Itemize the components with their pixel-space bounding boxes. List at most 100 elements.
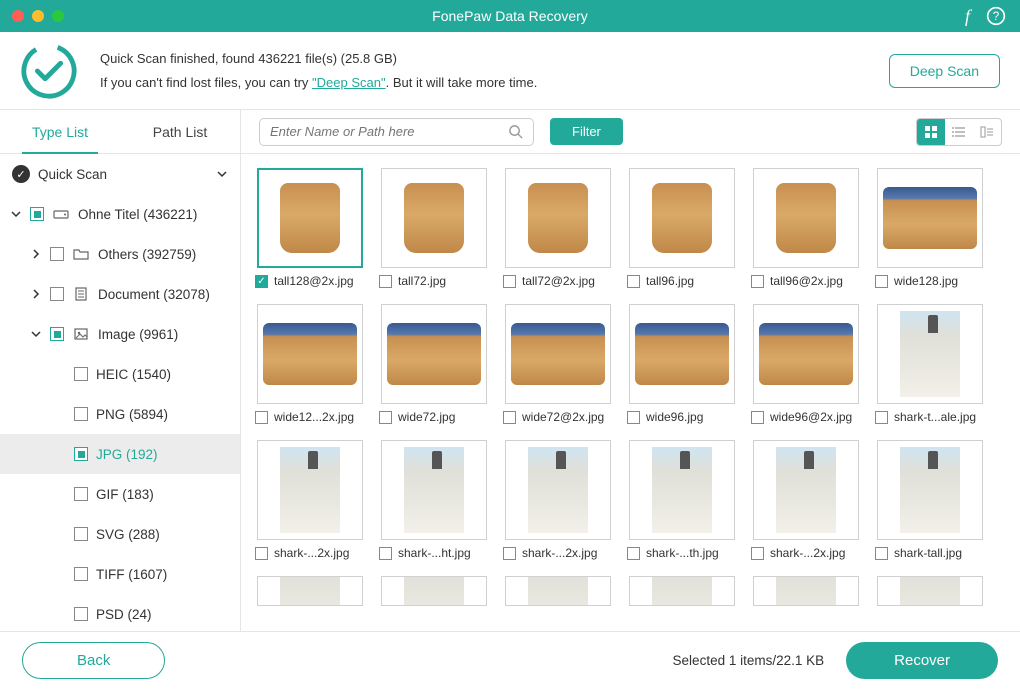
tree-root[interactable]: Ohne Titel (436221) [0,194,240,234]
thumbnail-frame[interactable] [257,440,363,540]
filter-button[interactable]: Filter [550,118,623,145]
search-input[interactable] [270,124,508,139]
minimize-window[interactable] [32,10,44,22]
chevron-down-icon[interactable] [30,329,42,339]
thumbnail-item[interactable]: wide12...2x.jpg [255,304,365,424]
checkbox[interactable] [74,567,88,581]
thumbnail-frame[interactable] [505,440,611,540]
thumbnail-frame[interactable] [629,304,735,404]
thumbnail-checkbox[interactable] [255,275,268,288]
back-button[interactable]: Back [22,642,165,679]
thumbnail-item[interactable]: wide96.jpg [627,304,737,424]
thumbnail-item-partial[interactable] [503,576,613,606]
thumbnail-item[interactable]: tall72.jpg [379,168,489,288]
thumbnail-frame[interactable] [877,440,983,540]
checkbox[interactable] [74,407,88,421]
tree-psd[interactable]: PSD (24) [0,594,240,634]
thumbnail-item[interactable]: shark-...2x.jpg [751,440,861,560]
thumbnail-checkbox[interactable] [875,411,888,424]
checkbox[interactable] [74,447,88,461]
grid-view-button[interactable] [917,119,945,145]
search-icon[interactable] [508,124,523,139]
thumbnail-item-partial[interactable] [875,576,985,606]
checkbox[interactable] [50,287,64,301]
chevron-down-icon[interactable] [216,169,228,179]
thumbnail-frame[interactable] [381,576,487,606]
thumbnail-item[interactable]: shark-t...ale.jpg [875,304,985,424]
thumbnail-item-partial[interactable] [627,576,737,606]
thumbnail-checkbox[interactable] [751,411,764,424]
thumbnail-frame[interactable] [877,576,983,606]
thumbnail-item[interactable]: tall128@2x.jpg [255,168,365,288]
thumbnail-item[interactable]: shark-...2x.jpg [503,440,613,560]
thumbnail-checkbox[interactable] [379,411,392,424]
thumbnail-item[interactable]: wide128.jpg [875,168,985,288]
detail-view-button[interactable] [973,119,1001,145]
thumbnail-frame[interactable] [753,168,859,268]
thumbnail-frame[interactable] [753,304,859,404]
thumbnail-checkbox[interactable] [875,547,888,560]
checkbox[interactable] [50,247,64,261]
thumbnail-item-partial[interactable] [379,576,489,606]
share-icon[interactable]: f [965,6,970,27]
help-icon[interactable]: ? [986,6,1006,26]
maximize-window[interactable] [52,10,64,22]
thumbnail-frame[interactable] [753,576,859,606]
thumbnail-frame[interactable] [505,576,611,606]
chevron-down-icon[interactable] [10,209,22,219]
tree-jpg[interactable]: JPG (192) [0,434,240,474]
thumbnail-checkbox[interactable] [627,547,640,560]
checkbox[interactable] [74,487,88,501]
thumbnail-checkbox[interactable] [379,275,392,288]
thumbnail-frame[interactable] [381,304,487,404]
thumbnail-checkbox[interactable] [503,547,516,560]
chevron-right-icon[interactable] [30,249,42,259]
thumbnail-frame[interactable] [877,168,983,268]
tree-quick-scan[interactable]: Quick Scan [0,154,240,194]
thumbnail-checkbox[interactable] [503,275,516,288]
thumbnail-item[interactable]: wide72@2x.jpg [503,304,613,424]
thumbnail-frame[interactable] [753,440,859,540]
thumbnail-frame[interactable] [505,168,611,268]
tree-heic[interactable]: HEIC (1540) [0,354,240,394]
recover-button[interactable]: Recover [846,642,998,679]
checkbox[interactable] [74,367,88,381]
tab-path-list[interactable]: Path List [120,110,240,153]
checkbox[interactable] [50,327,64,341]
tab-type-list[interactable]: Type List [0,110,120,153]
tree-tiff[interactable]: TIFF (1607) [0,554,240,594]
close-window[interactable] [12,10,24,22]
thumbnail-item-partial[interactable] [255,576,365,606]
thumbnail-item[interactable]: tall96.jpg [627,168,737,288]
tree-png[interactable]: PNG (5894) [0,394,240,434]
thumbnail-frame[interactable] [257,576,363,606]
thumbnail-frame[interactable] [257,168,363,268]
tree-svg[interactable]: SVG (288) [0,514,240,554]
checkbox[interactable] [30,207,44,221]
thumbnail-checkbox[interactable] [751,275,764,288]
thumbnail-item-partial[interactable] [751,576,861,606]
deep-scan-button[interactable]: Deep Scan [889,54,1000,88]
thumbnail-item[interactable]: wide96@2x.jpg [751,304,861,424]
thumbnail-frame[interactable] [629,576,735,606]
thumbnail-item[interactable]: wide72.jpg [379,304,489,424]
checkbox[interactable] [74,607,88,621]
thumbnail-checkbox[interactable] [379,547,392,560]
checkbox[interactable] [74,527,88,541]
thumbnail-item[interactable]: shark-tall.jpg [875,440,985,560]
thumbnail-checkbox[interactable] [751,547,764,560]
thumbnail-checkbox[interactable] [255,411,268,424]
thumbnail-frame[interactable] [257,304,363,404]
thumbnail-checkbox[interactable] [255,547,268,560]
thumbnail-item[interactable]: shark-...ht.jpg [379,440,489,560]
thumbnail-frame[interactable] [877,304,983,404]
deep-scan-link[interactable]: "Deep Scan" [312,75,386,90]
thumbnail-frame[interactable] [629,440,735,540]
thumbnail-checkbox[interactable] [627,275,640,288]
search-box[interactable] [259,118,534,146]
chevron-right-icon[interactable] [30,289,42,299]
thumbnail-grid-wrap[interactable]: tall128@2x.jpg tall72.jpg tall72@2x.jpg … [241,154,1020,655]
thumbnail-frame[interactable] [381,440,487,540]
thumbnail-item[interactable]: shark-...th.jpg [627,440,737,560]
tree-others[interactable]: Others (392759) [0,234,240,274]
